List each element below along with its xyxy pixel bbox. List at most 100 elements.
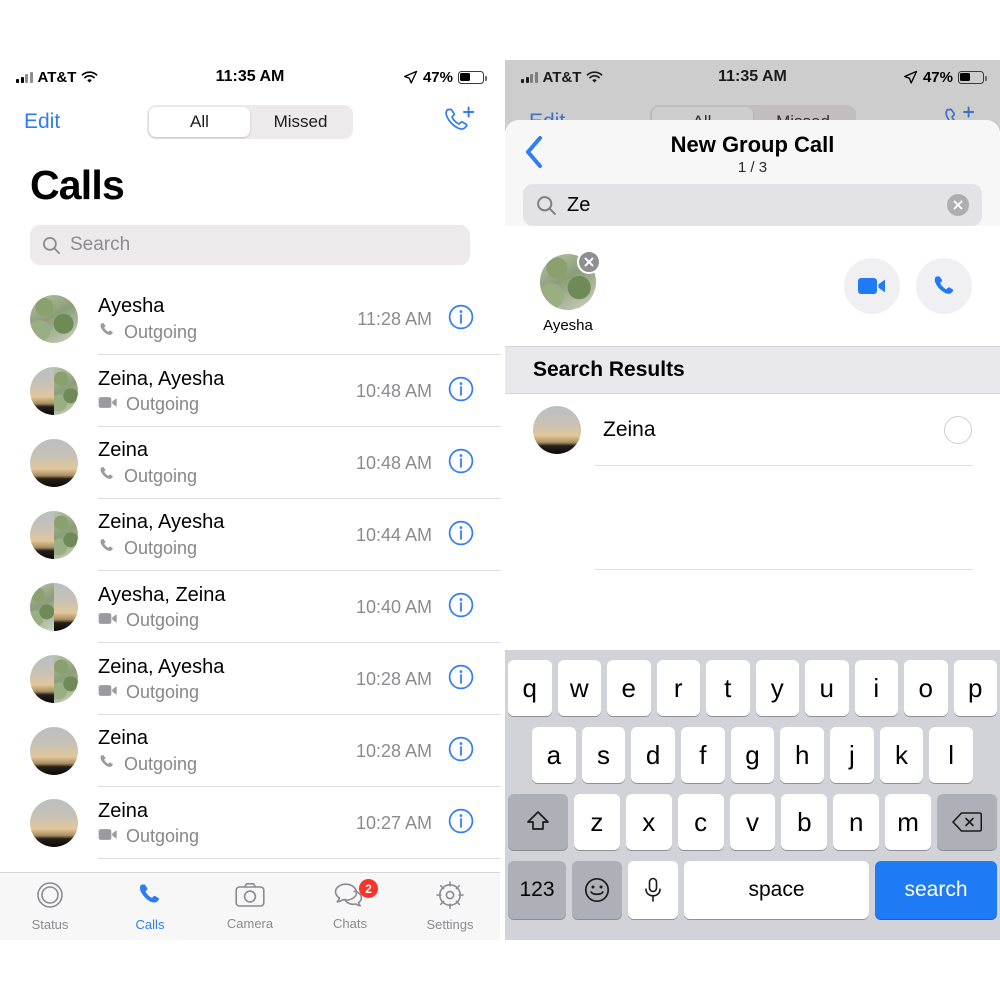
space-key[interactable]: space <box>684 861 869 919</box>
call-direction-label: Outgoing <box>124 465 198 486</box>
shift-up-arrow-icon[interactable] <box>508 794 568 850</box>
avatar-image-left <box>30 511 54 559</box>
tab-chats[interactable]: 2 Chats <box>300 879 400 931</box>
avatar <box>30 439 78 487</box>
on-screen-keyboard[interactable]: qwertyuiop asdfghjkl zxcvbnm 123 space s… <box>505 650 1000 940</box>
select-contact-radio[interactable] <box>944 416 972 444</box>
key-v[interactable]: v <box>729 794 776 850</box>
tab-bar[interactable]: Status Calls Camera 2 Chats Settings <box>0 872 500 940</box>
keyboard-row-4[interactable]: 123 space search <box>508 861 997 919</box>
key-r[interactable]: r <box>656 660 700 716</box>
calls-filter-segmented-control[interactable]: All Missed <box>147 105 353 139</box>
key-c[interactable]: c <box>677 794 724 850</box>
location-arrow-icon <box>404 70 418 84</box>
key-i[interactable]: i <box>854 660 898 716</box>
call-info-button[interactable] <box>448 448 474 479</box>
call-log-row[interactable]: Zeina, Ayesha Outgoing 10:44 AM <box>0 499 500 571</box>
key-e[interactable]: e <box>607 660 651 716</box>
video-icon <box>98 682 118 703</box>
chevron-left-icon[interactable] <box>523 135 545 174</box>
keyboard-letters-row-3[interactable]: zxcvbnm <box>574 794 932 850</box>
selected-participant-chip[interactable]: Ayesha <box>533 250 603 334</box>
tab-settings[interactable]: Settings <box>400 881 500 932</box>
video-call-button[interactable] <box>844 258 900 314</box>
key-w[interactable]: w <box>557 660 601 716</box>
key-a[interactable]: a <box>531 727 576 783</box>
key-g[interactable]: g <box>730 727 775 783</box>
key-m[interactable]: m <box>885 794 932 850</box>
calls-list[interactable]: Ayesha Outgoing 11:28 AM Zeina, Ayesha Outgo… <box>0 283 500 859</box>
call-info-button[interactable] <box>448 304 474 335</box>
key-f[interactable]: f <box>681 727 725 783</box>
keyboard-row-2[interactable]: asdfghjkl <box>508 727 997 783</box>
sheet-search-input[interactable]: Ze <box>523 184 982 226</box>
clear-circle-icon[interactable] <box>947 194 969 216</box>
keyboard-row-3[interactable]: zxcvbnm <box>508 794 997 850</box>
phone-plus-icon[interactable] <box>442 105 476 140</box>
call-log-row[interactable]: Zeina, Ayesha Outgoing 10:48 AM <box>0 355 500 427</box>
selected-participants-row: Ayesha <box>505 240 1000 346</box>
call-log-row[interactable]: Zeina Outgoing 10:48 AM <box>0 427 500 499</box>
key-h[interactable]: h <box>780 727 825 783</box>
call-info: Zeina, Ayesha Outgoing <box>98 368 356 415</box>
key-t[interactable]: t <box>706 660 750 716</box>
call-subtitle: Outgoing <box>98 394 356 415</box>
backspace-icon[interactable] <box>937 794 997 850</box>
camera-icon <box>235 882 265 913</box>
call-log-row[interactable]: Ayesha, Zeina Outgoing 10:40 AM <box>0 571 500 643</box>
call-contact-name: Zeina <box>98 438 149 461</box>
key-x[interactable]: x <box>625 794 672 850</box>
avatar-image-left <box>30 655 54 703</box>
tab-label: Status <box>31 917 69 932</box>
audio-call-button[interactable] <box>916 258 972 314</box>
call-info-button[interactable] <box>448 664 474 695</box>
search-result-row[interactable]: Zeina <box>505 394 1000 466</box>
key-y[interactable]: y <box>755 660 799 716</box>
search-input[interactable]: Search <box>30 225 470 265</box>
segment-missed[interactable]: Missed <box>250 107 351 137</box>
avatar-image <box>30 295 78 343</box>
call-contact-name: Zeina <box>98 726 149 749</box>
tab-calls[interactable]: Calls <box>100 881 200 932</box>
tab-status[interactable]: Status <box>0 881 100 932</box>
call-info-button[interactable] <box>448 376 474 407</box>
key-k[interactable]: k <box>879 727 924 783</box>
video-icon <box>98 610 118 631</box>
key-n[interactable]: n <box>833 794 880 850</box>
microphone-icon[interactable] <box>628 861 678 919</box>
call-info-button[interactable] <box>448 808 474 839</box>
edit-button[interactable]: Edit <box>24 110 60 134</box>
key-z[interactable]: z <box>574 794 620 850</box>
call-info-button[interactable] <box>448 592 474 623</box>
call-log-row[interactable]: Ayesha Outgoing 11:28 AM <box>0 283 500 355</box>
segment-all[interactable]: All <box>149 107 250 137</box>
call-subtitle: Outgoing <box>98 537 356 560</box>
tab-camera[interactable]: Camera <box>200 882 300 931</box>
key-p[interactable]: p <box>953 660 997 716</box>
emoji-smiley-icon[interactable] <box>572 861 622 919</box>
call-log-row[interactable]: Zeina Outgoing 10:27 AM <box>0 787 500 859</box>
avatar <box>533 406 581 454</box>
key-d[interactable]: d <box>631 727 675 783</box>
key-b[interactable]: b <box>781 794 828 850</box>
close-circle-icon[interactable] <box>577 250 601 274</box>
status-bar-right: 47% <box>903 69 987 86</box>
key-u[interactable]: u <box>805 660 849 716</box>
key-l[interactable]: l <box>929 727 974 783</box>
call-log-row[interactable]: Zeina Outgoing 10:28 AM <box>0 715 500 787</box>
key-s[interactable]: s <box>581 727 626 783</box>
key-o[interactable]: o <box>904 660 948 716</box>
sheet-selection-count: 1 / 3 <box>737 159 768 176</box>
keyboard-row-1[interactable]: qwertyuiop <box>508 660 997 716</box>
call-info-button[interactable] <box>448 520 474 551</box>
key-q[interactable]: q <box>508 660 552 716</box>
call-direction-label: Outgoing <box>124 321 198 342</box>
key-j[interactable]: j <box>830 727 874 783</box>
left-phone-screen: AT&T 11:35 AM 47% Edit All Missed Calls … <box>0 60 500 940</box>
call-time: 11:28 AM <box>357 308 432 329</box>
numbers-key[interactable]: 123 <box>508 861 566 919</box>
avatar <box>30 583 78 631</box>
call-info-button[interactable] <box>448 736 474 767</box>
call-log-row[interactable]: Zeina, Ayesha Outgoing 10:28 AM <box>0 643 500 715</box>
search-return-key[interactable]: search <box>875 861 997 919</box>
